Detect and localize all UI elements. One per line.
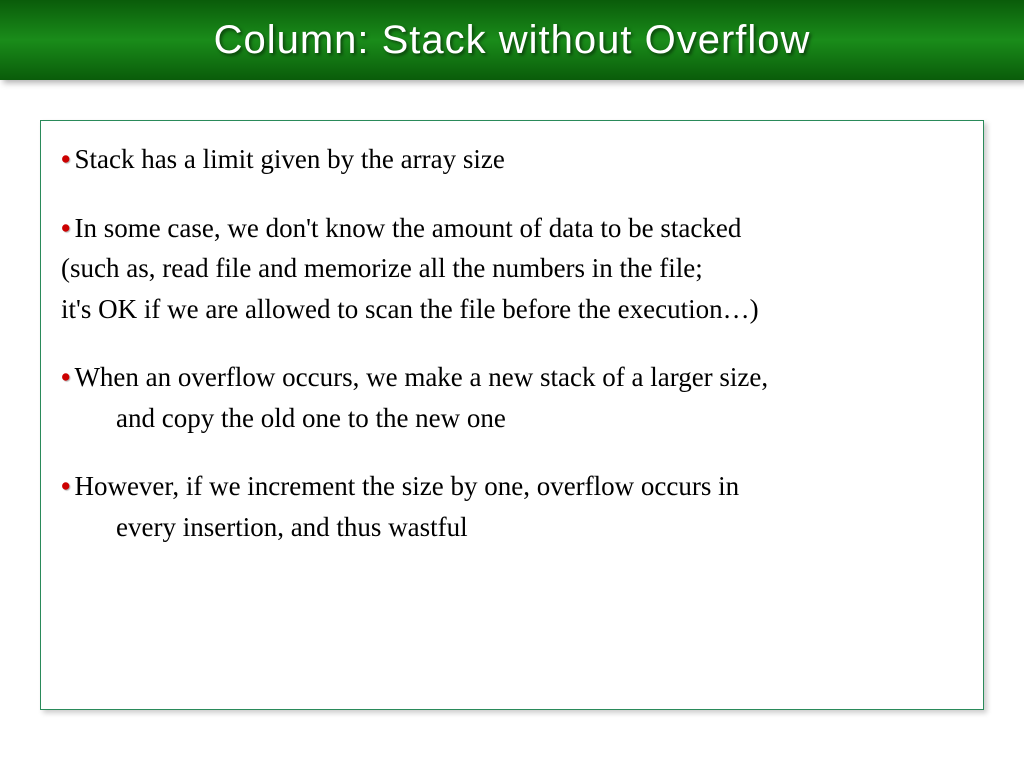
bullet-icon: • [61,362,70,392]
sub-text: it's OK if we are allowed to scan the fi… [61,289,963,330]
bullet-icon: • [61,213,70,243]
sub-text: and copy the old one to the new one [61,398,963,439]
bullet-content: Stack has a limit given by the array siz… [74,144,504,174]
bullet-text: •However, if we increment the size by on… [61,466,963,507]
bullet-item: •In some case, we don't know the amount … [61,208,963,330]
bullet-content: When an overflow occurs, we make a new s… [74,362,768,392]
title-bar: Column: Stack without Overflow [0,0,1024,80]
content-box: •Stack has a limit given by the array si… [40,120,984,710]
bullet-content: In some case, we don't know the amount o… [74,213,741,243]
bullet-item: •Stack has a limit given by the array si… [61,139,963,180]
sub-text: (such as, read file and memorize all the… [61,248,963,289]
sub-text: every insertion, and thus wastful [61,507,963,548]
bullet-icon: • [61,144,70,174]
bullet-item: •However, if we increment the size by on… [61,466,963,547]
slide-title: Column: Stack without Overflow [214,18,811,63]
bullet-content: However, if we increment the size by one… [74,471,739,501]
bullet-text: •When an overflow occurs, we make a new … [61,357,963,398]
bullet-item: •When an overflow occurs, we make a new … [61,357,963,438]
bullet-text: •In some case, we don't know the amount … [61,208,963,249]
bullet-icon: • [61,471,70,501]
bullet-text: •Stack has a limit given by the array si… [61,139,963,180]
